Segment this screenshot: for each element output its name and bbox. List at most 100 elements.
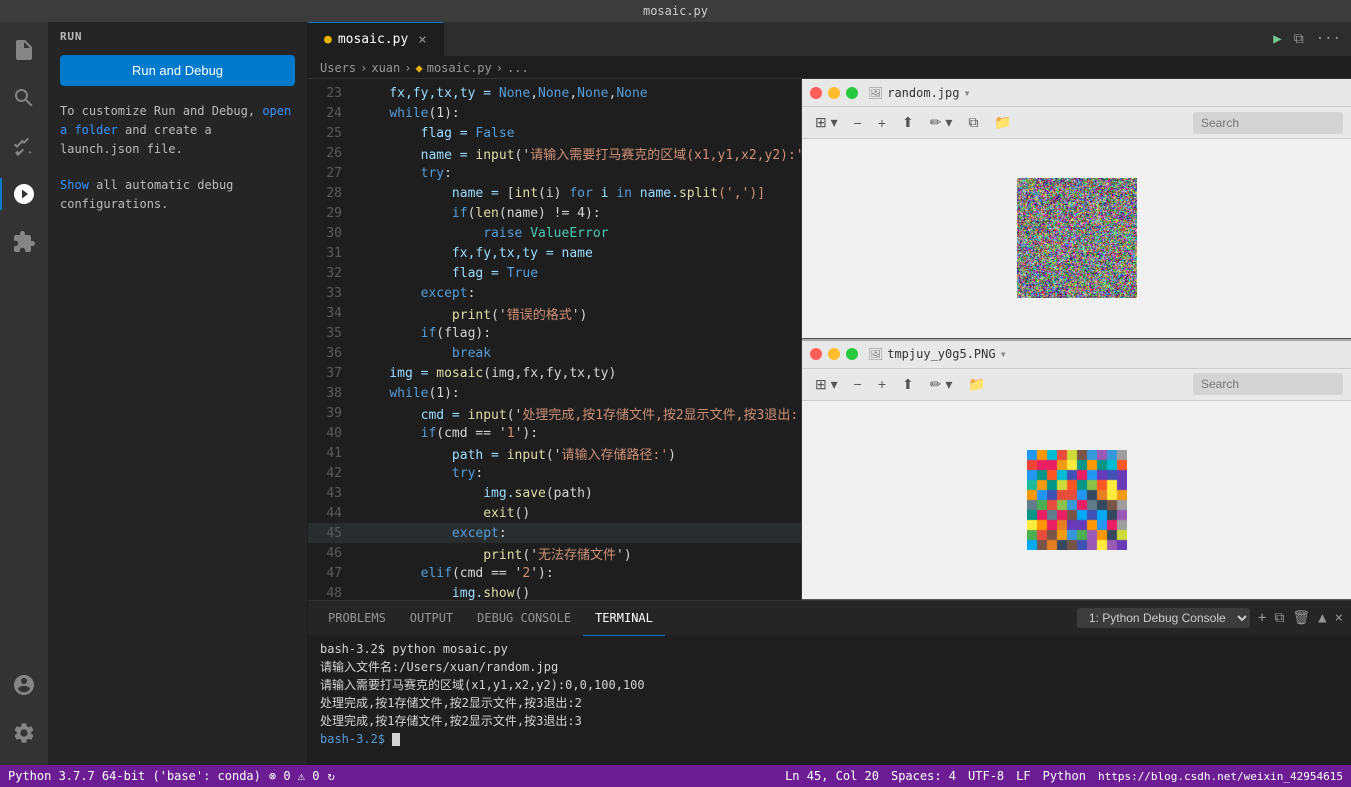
- code-line-45: 45 except:: [308, 523, 801, 543]
- code-line-27: 27 try:: [308, 163, 801, 183]
- breadcrumb-file[interactable]: mosaic.py: [427, 61, 492, 75]
- terminal-split-icon[interactable]: ⧉: [1274, 610, 1284, 626]
- window-maximize-1[interactable]: [846, 87, 858, 99]
- status-language[interactable]: Python: [1043, 769, 1086, 783]
- window-minimize-1[interactable]: [828, 87, 840, 99]
- line-number: 36: [308, 346, 358, 361]
- toolbar-edit-2[interactable]: ✏ ▾: [925, 374, 958, 395]
- window-close-1[interactable]: [810, 87, 822, 99]
- title-bar: mosaic.py: [0, 0, 1351, 22]
- line-number: 35: [308, 326, 358, 341]
- line-content: print('错误的格式'): [358, 304, 587, 323]
- window-minimize-2[interactable]: [828, 348, 840, 360]
- window-close-2[interactable]: [810, 348, 822, 360]
- code-line-48: 48 img.show(): [308, 583, 801, 600]
- line-content: if(flag):: [358, 326, 491, 341]
- breadcrumb-users[interactable]: Users: [320, 61, 356, 75]
- terminal-add-icon[interactable]: +: [1258, 610, 1266, 626]
- terminal-maximize-icon[interactable]: ▲: [1318, 610, 1326, 626]
- more-actions-icon[interactable]: ···: [1314, 29, 1343, 49]
- status-encoding[interactable]: UTF-8: [968, 769, 1004, 783]
- terminal-close-icon[interactable]: ×: [1335, 610, 1343, 626]
- code-line-47: 47 elif(cmd == '2'):: [308, 563, 801, 583]
- line-number: 44: [308, 506, 358, 521]
- tab-terminal[interactable]: TERMINAL: [583, 601, 665, 636]
- source-control-icon[interactable]: [0, 122, 48, 170]
- image-titlebar-1: 🖼 random.jpg ▾: [802, 79, 1351, 107]
- terminal-line: 处理完成,按1存储文件,按2显示文件,按3退出:2: [320, 694, 1339, 712]
- code-line-23: 23 fx,fy,tx,ty = None,None,None,None: [308, 83, 801, 103]
- extensions-icon[interactable]: [0, 218, 48, 266]
- line-number: 34: [308, 306, 358, 321]
- line-number: 43: [308, 486, 358, 501]
- sidebar-auto-debug: Show all automatic debug configurations.: [48, 172, 307, 218]
- window-maximize-2[interactable]: [846, 348, 858, 360]
- terminal-line: bash-3.2$ python mosaic.py: [320, 640, 1339, 658]
- tab-output[interactable]: OUTPUT: [398, 601, 465, 636]
- run-action-icon[interactable]: ▶: [1271, 29, 1283, 49]
- code-line-26: 26 name = input('请输入需要打马赛克的区域(x1,y1,x2,y…: [308, 143, 801, 163]
- toolbar-view-btn-1[interactable]: ⊞ ▾: [810, 112, 843, 133]
- status-url[interactable]: https://blog.csdh.net/weixin_42954615: [1098, 770, 1343, 783]
- terminal-trash-icon[interactable]: 🗑: [1292, 610, 1310, 626]
- line-number: 38: [308, 386, 358, 401]
- line-content: print('无法存储文件'): [358, 544, 632, 563]
- status-bar: Python 3.7.7 64-bit ('base': conda) ⊗ 0 …: [0, 765, 1351, 787]
- toolbar-folder-2[interactable]: 📁: [963, 374, 990, 395]
- sidebar-description: To customize Run and Debug, open a folde…: [48, 98, 307, 164]
- status-spaces[interactable]: Spaces: 4: [891, 769, 956, 783]
- code-line-42: 42 try:: [308, 463, 801, 483]
- code-line-38: 38 while(1):: [308, 383, 801, 403]
- line-content: fx,fy,tx,ty = name: [358, 246, 593, 261]
- status-errors[interactable]: ⊗ 0 ⚠ 0: [269, 769, 320, 783]
- run-debug-icon[interactable]: [0, 170, 48, 218]
- status-python-version[interactable]: Python 3.7.7 64-bit ('base': conda): [8, 769, 261, 783]
- toolbar-more-1[interactable]: ⧉: [963, 112, 983, 133]
- toolbar-zoom-in-1[interactable]: +: [873, 113, 891, 133]
- main-content: ● mosaic.py × ▶ ⧉ ··· Users › xuan › ◆ m…: [308, 22, 1351, 765]
- toolbar-folder-1[interactable]: 📁: [989, 112, 1016, 133]
- toolbar-view-btn-2[interactable]: ⊞ ▾: [810, 374, 843, 395]
- toolbar-edit-1[interactable]: ✏ ▾: [925, 112, 958, 133]
- tab-close-icon[interactable]: ×: [418, 32, 426, 48]
- tab-problems[interactable]: PROBLEMS: [316, 601, 398, 636]
- line-number: 40: [308, 426, 358, 441]
- line-content: img = mosaic(img,fx,fy,tx,ty): [358, 366, 616, 381]
- breadcrumb-xuan[interactable]: xuan: [371, 61, 400, 75]
- run-debug-button[interactable]: Run and Debug: [60, 55, 295, 86]
- terminal-selector[interactable]: 1: Python Debug Console: [1077, 608, 1250, 628]
- code-line-36: 36 break: [308, 343, 801, 363]
- show-link[interactable]: Show: [60, 178, 89, 192]
- account-icon[interactable]: [0, 661, 48, 709]
- split-editor-icon[interactable]: ⧉: [1292, 29, 1306, 49]
- toolbar-zoom-out-1[interactable]: −: [849, 113, 867, 133]
- toolbar-zoom-in-2[interactable]: +: [873, 374, 891, 394]
- line-content: img.show(): [358, 586, 530, 601]
- code-line-40: 40 if(cmd == '1'):: [308, 423, 801, 443]
- line-content: break: [358, 346, 491, 361]
- status-right: Ln 45, Col 20 Spaces: 4 UTF-8 LF Python …: [785, 769, 1343, 783]
- toolbar-share-2[interactable]: ⬆: [897, 374, 919, 395]
- status-line-ending[interactable]: LF: [1016, 769, 1030, 783]
- toolbar-share-1[interactable]: ⬆: [897, 112, 919, 133]
- status-ln-col[interactable]: Ln 45, Col 20: [785, 769, 879, 783]
- image-search-1[interactable]: [1193, 112, 1343, 134]
- breadcrumb-more[interactable]: ...: [507, 61, 529, 75]
- image-search-2[interactable]: [1193, 373, 1343, 395]
- status-sync[interactable]: ↻: [327, 769, 334, 783]
- image-content-2: [802, 401, 1351, 600]
- files-icon[interactable]: [0, 26, 48, 74]
- terminal-content[interactable]: bash-3.2$ python mosaic.py请输入文件名:/Users/…: [308, 636, 1351, 765]
- code-editor[interactable]: 23 fx,fy,tx,ty = None,None,None,None24 w…: [308, 79, 801, 600]
- toolbar-zoom-out-2[interactable]: −: [849, 374, 867, 394]
- line-content: name = input('请输入需要打马赛克的区域(x1,y1,x2,y2):…: [358, 144, 801, 163]
- line-content: if(cmd == '1'):: [358, 426, 538, 441]
- settings-icon[interactable]: [0, 709, 48, 757]
- line-number: 42: [308, 466, 358, 481]
- code-line-32: 32 flag = True: [308, 263, 801, 283]
- code-line-31: 31 fx,fy,tx,ty = name: [308, 243, 801, 263]
- tab-mosaic-py[interactable]: ● mosaic.py ×: [308, 22, 444, 57]
- line-content: if(len(name) != 4):: [358, 206, 601, 221]
- search-activity-icon[interactable]: [0, 74, 48, 122]
- tab-debug-console[interactable]: DEBUG CONSOLE: [465, 601, 583, 636]
